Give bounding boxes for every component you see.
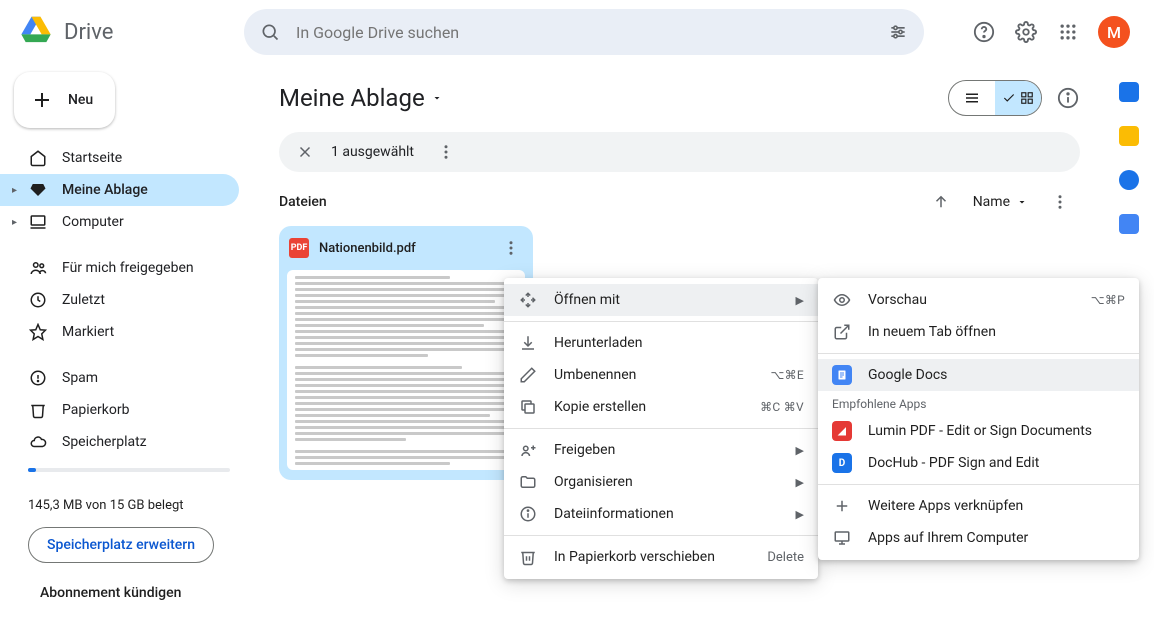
clear-selection-icon[interactable] (293, 140, 317, 164)
ow-lumin[interactable]: ◢ Lumin PDF - Edit or Sign Documents (818, 415, 1139, 447)
ctx-open-with[interactable]: Öffnen mit ▶ (504, 284, 818, 316)
nav-spam[interactable]: Spam (0, 362, 239, 394)
dochub-icon: D (832, 453, 852, 473)
ow-connect-apps[interactable]: Weitere Apps verknüpfen (818, 490, 1139, 522)
calendar-app-icon[interactable] (1119, 82, 1139, 102)
star-icon (28, 322, 48, 342)
copy-icon (518, 397, 538, 417)
dropdown-caret-icon (431, 92, 443, 104)
pdf-type-icon: PDF (289, 238, 309, 258)
chevron-down-icon (1016, 196, 1028, 208)
files-heading: Dateien (279, 194, 327, 210)
desktop-icon (832, 528, 852, 548)
submenu-arrow-icon: ▶ (796, 508, 804, 521)
file-context-menu: Öffnen mit ▶ Herunterladen Umbenennen ⌥⌘… (504, 278, 818, 579)
search-input[interactable] (296, 23, 872, 42)
google-docs-icon (832, 365, 852, 385)
submenu-arrow-icon: ▶ (796, 444, 804, 457)
help-icon[interactable] (972, 20, 996, 44)
spam-icon (28, 368, 48, 388)
nav-starred[interactable]: Markiert (0, 316, 239, 348)
nav-computers[interactable]: Computer (0, 206, 239, 238)
selection-bar: 1 ausgewählt (279, 132, 1080, 172)
nav-storage[interactable]: Speicherplatz (0, 426, 239, 458)
computer-icon (28, 212, 48, 232)
view-toggle (948, 80, 1042, 116)
nav-shared[interactable]: Für mich freigegeben (0, 252, 239, 284)
file-name: Nationenbild.pdf (319, 241, 489, 256)
ctx-trash[interactable]: In Papierkorb verschieben Delete (504, 541, 818, 573)
file-thumbnail (287, 270, 525, 470)
clock-icon (28, 290, 48, 310)
check-icon (1002, 91, 1016, 105)
open-with-icon (518, 290, 538, 310)
search-options-icon[interactable] (886, 20, 910, 44)
submenu-arrow-icon: ▶ (796, 476, 804, 489)
list-view-button[interactable] (949, 81, 995, 115)
lumin-icon: ◢ (832, 421, 852, 441)
trash-icon (28, 400, 48, 420)
page-title: Meine Ablage (279, 84, 425, 112)
shared-icon (28, 258, 48, 278)
tasks-app-icon[interactable] (1119, 170, 1139, 190)
info-icon (518, 504, 538, 524)
selection-count: 1 ausgewählt (331, 144, 414, 160)
share-icon (518, 440, 538, 460)
search-icon[interactable] (258, 20, 282, 44)
file-more-icon[interactable] (499, 236, 523, 260)
ctx-make-copy[interactable]: Kopie erstellen ⌘C ⌘V (504, 391, 818, 423)
plus-icon (832, 496, 852, 516)
nav-my-drive[interactable]: Meine Ablage (0, 174, 239, 206)
ow-google-docs[interactable]: Google Docs (818, 359, 1139, 391)
download-icon (518, 333, 538, 353)
storage-text: 145,3 MB von 15 GB belegt (0, 486, 255, 513)
sort-button[interactable]: Name (973, 194, 1028, 210)
ow-new-tab[interactable]: In neuem Tab öffnen (818, 316, 1139, 348)
ctx-rename[interactable]: Umbenennen ⌥⌘E (504, 359, 818, 391)
my-drive-icon (28, 180, 48, 200)
recommended-apps-heading: Empfohlene Apps (818, 391, 1139, 415)
cloud-icon (28, 432, 48, 452)
file-card[interactable]: PDF Nationenbild.pdf (279, 226, 533, 480)
grid-icon (1020, 91, 1034, 105)
drive-logo-icon (16, 12, 56, 52)
submenu-arrow-icon: ▶ (796, 294, 804, 307)
selection-more-icon[interactable] (434, 140, 458, 164)
grid-view-button[interactable] (995, 81, 1041, 115)
ctx-download[interactable]: Herunterladen (504, 327, 818, 359)
rename-icon (518, 365, 538, 385)
settings-icon[interactable] (1014, 20, 1038, 44)
preview-icon (832, 290, 852, 310)
expand-storage-button[interactable]: Speicherplatz erweitern (28, 527, 214, 563)
ctx-file-info[interactable]: Dateiinformationen ▶ (504, 498, 818, 530)
ow-dochub[interactable]: D DocHub - PDF Sign and Edit (818, 447, 1139, 479)
ctx-organize[interactable]: Organisieren ▶ (504, 466, 818, 498)
sort-direction-icon[interactable] (929, 190, 953, 214)
home-icon (28, 148, 48, 168)
info-icon[interactable] (1056, 86, 1080, 110)
keep-app-icon[interactable] (1119, 126, 1139, 146)
logo-section[interactable]: Drive (16, 12, 236, 52)
open-with-submenu: Vorschau ⌥⌘P In neuem Tab öffnen Google … (818, 278, 1139, 560)
search-bar[interactable] (244, 9, 924, 55)
apps-icon[interactable] (1056, 20, 1080, 44)
cancel-subscription-link[interactable]: Abonnement kündigen (40, 585, 255, 601)
nav-trash[interactable]: Papierkorb (0, 394, 239, 426)
account-avatar[interactable]: M (1098, 16, 1130, 48)
nav-home[interactable]: Startseite (0, 142, 239, 174)
page-title-dropdown[interactable]: Meine Ablage (279, 84, 443, 112)
ow-preview[interactable]: Vorschau ⌥⌘P (818, 284, 1139, 316)
open-new-tab-icon (832, 322, 852, 342)
storage-progress (28, 468, 230, 472)
folder-icon (518, 472, 538, 492)
contacts-app-icon[interactable] (1119, 214, 1139, 234)
new-button[interactable]: Neu (14, 72, 115, 128)
ctx-share[interactable]: Freigeben ▶ (504, 434, 818, 466)
trash-icon (518, 547, 538, 567)
header-more-icon[interactable] (1048, 190, 1072, 214)
nav-recent[interactable]: Zuletzt (0, 284, 239, 316)
product-name: Drive (64, 20, 113, 45)
ow-apps-computer[interactable]: Apps auf Ihrem Computer (818, 522, 1139, 554)
new-button-label: Neu (68, 92, 93, 108)
